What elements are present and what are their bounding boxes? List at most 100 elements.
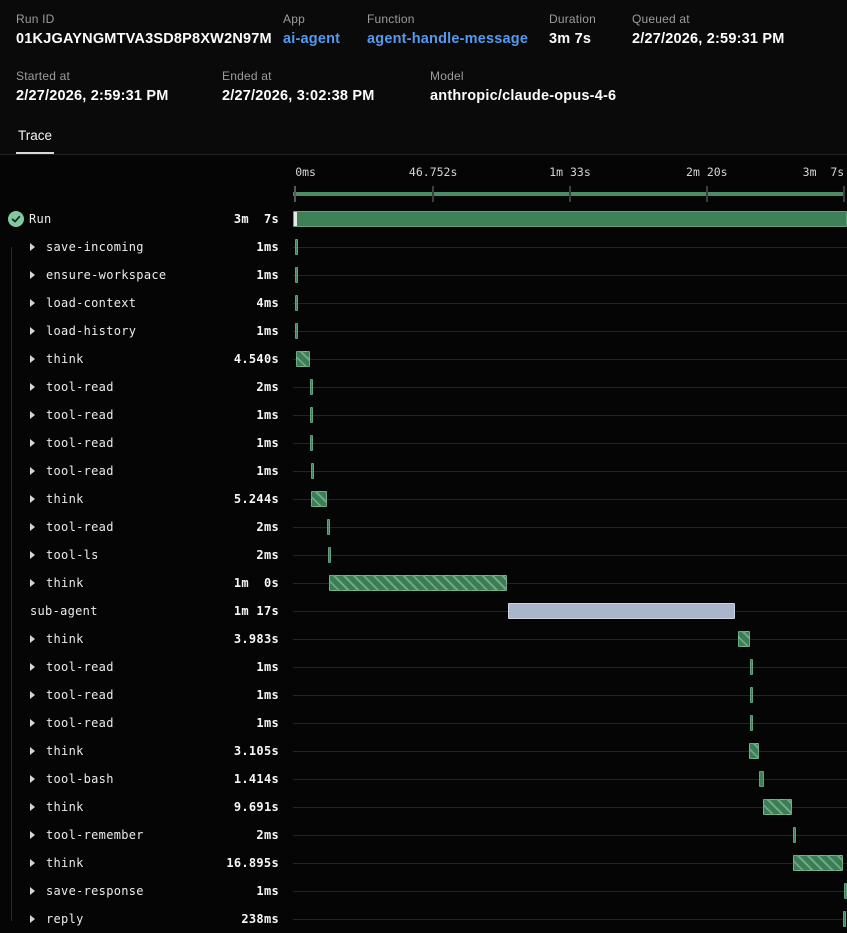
expand-caret-icon[interactable] (30, 551, 46, 559)
trace-row[interactable]: save-incoming1ms (0, 233, 847, 261)
tab-trace[interactable]: Trace (16, 124, 54, 154)
trace-row-label-cell: tool-read1ms (0, 660, 293, 674)
expand-caret-icon[interactable] (30, 271, 46, 279)
span-bar[interactable] (310, 435, 313, 451)
span-bar[interactable] (310, 379, 313, 395)
timeline-minimap[interactable] (293, 183, 847, 205)
expand-caret-icon[interactable] (30, 299, 46, 307)
span-name: Run (29, 212, 52, 226)
span-bar[interactable] (793, 827, 796, 843)
span-duration: 4.540s (234, 352, 279, 366)
span-bar[interactable] (738, 631, 750, 647)
field-label: Ended at (222, 69, 430, 83)
trace-row[interactable]: tool-read1ms (0, 457, 847, 485)
span-bar[interactable] (295, 239, 298, 255)
trace-row-label-cell: tool-read2ms (0, 520, 293, 534)
trace-row[interactable]: tool-bash1.414s (0, 765, 847, 793)
trace-row[interactable]: think5.244s (0, 485, 847, 513)
trace-row-track (293, 681, 847, 709)
trace-row-track (293, 877, 847, 905)
trace-row[interactable]: think1m 0s (0, 569, 847, 597)
expand-caret-icon[interactable] (30, 663, 46, 671)
expand-caret-icon[interactable] (30, 635, 46, 643)
span-bar[interactable] (793, 855, 843, 871)
expand-caret-icon[interactable] (30, 775, 46, 783)
span-bar[interactable] (296, 351, 310, 367)
caret-right-icon (30, 551, 35, 559)
span-bar[interactable] (759, 771, 764, 787)
trace-row-label-cell: think1m 0s (0, 576, 293, 590)
expand-caret-icon[interactable] (30, 327, 46, 335)
expand-caret-icon[interactable] (30, 859, 46, 867)
caret-right-icon (30, 271, 35, 279)
expand-caret-icon[interactable] (30, 467, 46, 475)
expand-caret-icon[interactable] (30, 747, 46, 755)
trace-row-label-cell: tool-read1ms (0, 408, 293, 422)
span-bar[interactable] (750, 715, 753, 731)
span-bar[interactable] (328, 547, 331, 563)
function-link[interactable]: agent-handle-message (367, 31, 549, 47)
trace-row-label-cell: save-incoming1ms (0, 240, 293, 254)
expand-caret-icon[interactable] (30, 439, 46, 447)
trace-row[interactable]: tool-ls2ms (0, 541, 847, 569)
trace-row-track (293, 513, 847, 541)
caret-right-icon (30, 523, 35, 531)
span-bar[interactable] (295, 295, 298, 311)
trace-row[interactable]: load-context4ms (0, 289, 847, 317)
expand-caret-icon[interactable] (30, 915, 46, 923)
expand-caret-icon[interactable] (30, 803, 46, 811)
span-bar[interactable] (327, 519, 330, 535)
trace-row[interactable]: think4.540s (0, 345, 847, 373)
field-label: Started at (16, 69, 222, 83)
expand-caret-icon[interactable] (30, 355, 46, 363)
app-link[interactable]: ai-agent (283, 31, 367, 47)
trace-row[interactable]: tool-read1ms (0, 653, 847, 681)
span-bar[interactable] (293, 211, 847, 227)
trace-row[interactable]: save-response1ms (0, 877, 847, 905)
trace-row[interactable]: sub-agent1m 17s (0, 597, 847, 625)
trace-row[interactable]: think9.691s (0, 793, 847, 821)
trace-row[interactable]: Run3m 7s (0, 205, 847, 233)
trace-row[interactable]: ensure-workspace1ms (0, 261, 847, 289)
trace-row-label-cell: think4.540s (0, 352, 293, 366)
trace-row[interactable]: tool-read2ms (0, 513, 847, 541)
expand-caret-icon[interactable] (30, 495, 46, 503)
expand-caret-icon[interactable] (30, 719, 46, 727)
trace-row[interactable]: tool-read2ms (0, 373, 847, 401)
trace-row[interactable]: reply238ms (0, 905, 847, 933)
span-bar[interactable] (295, 323, 298, 339)
trace-row-track (293, 709, 847, 737)
expand-caret-icon[interactable] (30, 691, 46, 699)
span-bar[interactable] (295, 267, 298, 283)
span-bar[interactable] (508, 603, 735, 619)
span-bar[interactable] (750, 687, 753, 703)
trace-row[interactable]: think16.895s (0, 849, 847, 877)
span-bar[interactable] (311, 463, 314, 479)
trace-row[interactable]: tool-read1ms (0, 429, 847, 457)
expand-caret-icon[interactable] (30, 887, 46, 895)
expand-caret-icon[interactable] (30, 411, 46, 419)
span-bar[interactable] (843, 911, 846, 927)
span-bar[interactable] (311, 491, 327, 507)
trace-row[interactable]: tool-read1ms (0, 709, 847, 737)
trace-row[interactable]: think3.105s (0, 737, 847, 765)
caret-right-icon (30, 495, 35, 503)
span-bar[interactable] (750, 659, 753, 675)
expand-caret-icon[interactable] (30, 831, 46, 839)
trace-row[interactable]: load-history1ms (0, 317, 847, 345)
span-bar[interactable] (749, 743, 759, 759)
span-bar[interactable] (310, 407, 313, 423)
span-bar[interactable] (329, 575, 507, 591)
expand-caret-icon[interactable] (30, 243, 46, 251)
trace-row[interactable]: tool-read1ms (0, 401, 847, 429)
expand-caret-icon[interactable] (30, 383, 46, 391)
trace-row[interactable]: tool-read1ms (0, 681, 847, 709)
span-bar[interactable] (763, 799, 792, 815)
expand-caret-icon[interactable] (30, 579, 46, 587)
trace-viewer-app: Run ID 01KJGAYNGMTVA3SD8P8XW2N97M App ai… (0, 0, 847, 933)
trace-row[interactable]: tool-remember2ms (0, 821, 847, 849)
trace-row-track (293, 737, 847, 765)
expand-caret-icon[interactable] (30, 523, 46, 531)
trace-row[interactable]: think3.983s (0, 625, 847, 653)
ended-at-value: 2/27/2026, 3:02:38 PM (222, 88, 430, 104)
